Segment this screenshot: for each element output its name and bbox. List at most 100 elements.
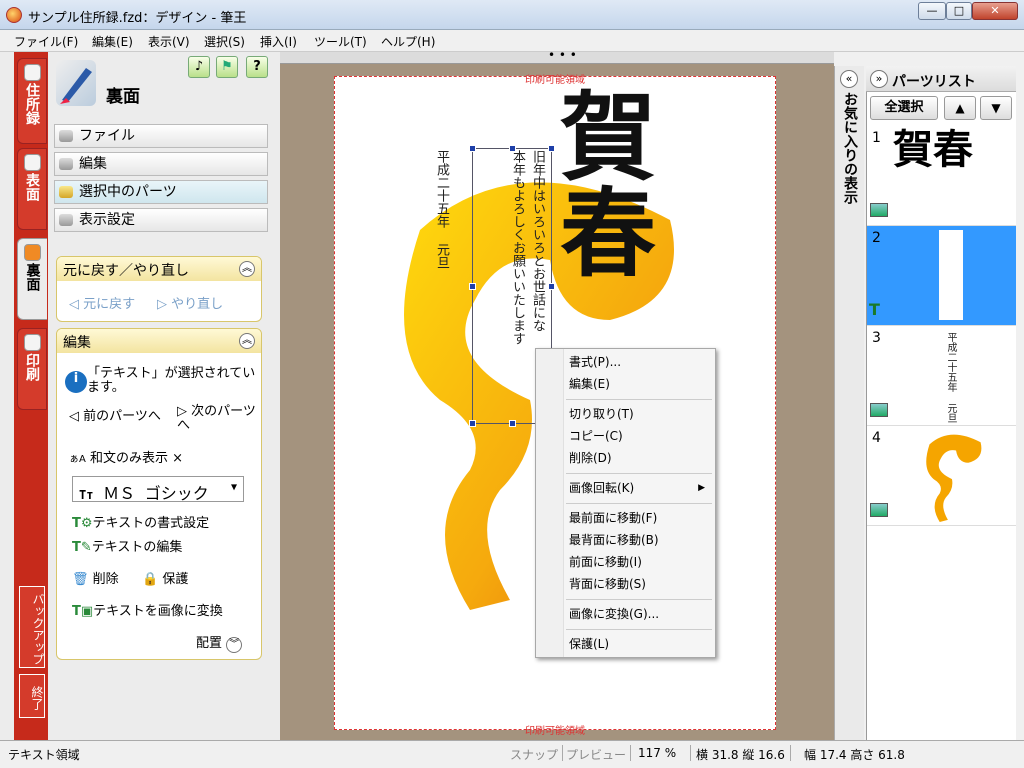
collapse-icon[interactable]: ︽ bbox=[239, 261, 255, 277]
move-up-button[interactable]: ▲ bbox=[944, 96, 976, 120]
menu-select[interactable]: 選択(S) bbox=[204, 33, 245, 50]
close-button[interactable]: ✕ bbox=[972, 2, 1018, 20]
ctx-convert-image[interactable]: 画像に変換(G)... bbox=[536, 603, 715, 625]
wabun-toggle[interactable]: ぁA 和文のみ表示 × bbox=[69, 447, 183, 466]
resize-handle[interactable] bbox=[548, 145, 555, 152]
parts-list-item[interactable]: 1 賀春 bbox=[867, 126, 1017, 226]
kanji-image[interactable]: 賀春 bbox=[560, 90, 750, 282]
selected-parts-icon bbox=[59, 186, 73, 198]
menu-insert[interactable]: 挿入(I) bbox=[260, 33, 297, 50]
brush-thumbnail bbox=[893, 428, 1013, 524]
double-chevron-left-icon[interactable]: « bbox=[840, 70, 858, 88]
font-select[interactable]: Tт ＭＳ ゴシック ▼ bbox=[72, 476, 244, 503]
parts-list-item[interactable]: 4 bbox=[867, 426, 1017, 526]
front-icon bbox=[24, 154, 41, 171]
ctx-backward[interactable]: 背面に移動(S) bbox=[536, 573, 715, 595]
submenu-arrow-icon: ▶ bbox=[698, 483, 705, 493]
preview-toggle[interactable]: プレビュー bbox=[566, 746, 626, 763]
collapse-icon[interactable]: ︽ bbox=[239, 333, 255, 349]
text-format-button[interactable]: T⚙テキストの書式設定 bbox=[72, 512, 209, 531]
next-part-button[interactable]: ▷ 次のパーツへ bbox=[177, 405, 261, 433]
menu-edit[interactable]: 編集(E) bbox=[92, 33, 133, 50]
image-icon bbox=[870, 503, 888, 517]
ctx-edit[interactable]: 編集(E) bbox=[536, 373, 715, 395]
tab-back[interactable]: 裏面 bbox=[17, 238, 47, 320]
nav-file[interactable]: ファイル bbox=[54, 124, 268, 148]
display-icon bbox=[59, 214, 73, 226]
parts-list: 1 賀春 2 T 3 平成二十五年 元旦 4 bbox=[866, 66, 1017, 740]
status-bar: テキスト領域 スナップ プレビュー 117 % 横 31.8 縦 16.6 幅 … bbox=[0, 740, 1024, 768]
ctx-delete[interactable]: 削除(D) bbox=[536, 447, 715, 469]
brush-logo-icon bbox=[56, 60, 96, 106]
ctx-send-back[interactable]: 最背面に移動(B) bbox=[536, 529, 715, 551]
ctx-bring-front[interactable]: 最前面に移動(F) bbox=[536, 507, 715, 529]
app-logo-icon bbox=[6, 7, 22, 23]
nav-selected-parts[interactable]: 選択中のパーツ bbox=[54, 180, 268, 204]
scrollbar[interactable] bbox=[1016, 52, 1024, 740]
ctx-protect[interactable]: 保護(L) bbox=[536, 633, 715, 655]
edit-group-header: 編集 bbox=[57, 329, 261, 353]
double-chevron-right-icon[interactable]: » bbox=[870, 70, 888, 88]
minimize-button[interactable]: — bbox=[918, 2, 946, 20]
context-menu: 書式(P)... 編集(E) 切り取り(T) コピー(C) 削除(D) 画像回転… bbox=[535, 348, 716, 658]
resize-handle[interactable] bbox=[469, 145, 476, 152]
text-edit-button[interactable]: T✎テキストの編集 bbox=[72, 536, 182, 555]
parts-list-title: パーツリスト bbox=[892, 74, 976, 90]
nav-edit[interactable]: 編集 bbox=[54, 152, 268, 176]
beginner-icon[interactable]: ⚑ bbox=[216, 56, 238, 78]
ctx-copy[interactable]: コピー(C) bbox=[536, 425, 715, 447]
trash-icon: 🗑 bbox=[72, 572, 89, 587]
tab-exit[interactable]: 終了 bbox=[19, 674, 45, 718]
menu-file[interactable]: ファイル(F) bbox=[14, 33, 78, 50]
text-edit-icon: T✎ bbox=[72, 540, 92, 555]
help-icon[interactable]: ? bbox=[246, 56, 268, 78]
menu-view[interactable]: 表示(V) bbox=[148, 33, 190, 50]
canvas-splitter[interactable]: • • • bbox=[280, 48, 834, 64]
ctx-format[interactable]: 書式(P)... bbox=[536, 351, 715, 373]
selection-info: 「テキスト」が選択されています。 bbox=[87, 366, 256, 395]
menu-tools[interactable]: ツール(T) bbox=[314, 33, 367, 50]
move-down-button[interactable]: ▼ bbox=[980, 96, 1012, 120]
delete-button[interactable]: 🗑 削除 bbox=[72, 568, 119, 587]
edit-icon bbox=[59, 158, 73, 170]
parts-list-item-selected[interactable]: 2 T bbox=[867, 226, 1017, 326]
parts-list-header: » パーツリスト bbox=[866, 66, 1016, 92]
print-area-top-label: 印刷可能領域 bbox=[525, 75, 585, 86]
redo-button[interactable]: ▷ やり直し bbox=[157, 293, 223, 312]
tab-backup[interactable]: バックアップ bbox=[19, 586, 45, 668]
chevron-down-icon: ▼ bbox=[230, 482, 237, 493]
text-thumbnail bbox=[893, 228, 1013, 324]
sound-icon[interactable]: ♪ bbox=[188, 56, 210, 78]
print-icon bbox=[24, 334, 41, 351]
tab-print[interactable]: 印刷 bbox=[17, 328, 47, 410]
resize-handle[interactable] bbox=[469, 420, 476, 427]
resize-handle[interactable] bbox=[509, 420, 516, 427]
date-text[interactable]: 平成二十五年 元旦 bbox=[434, 150, 449, 269]
resize-handle[interactable] bbox=[509, 145, 516, 152]
tab-address-book[interactable]: 住所録 bbox=[17, 58, 47, 144]
kanji-thumbnail: 賀春 bbox=[893, 128, 1013, 224]
address-book-icon bbox=[24, 64, 41, 81]
ctx-separator bbox=[566, 503, 712, 504]
protect-button[interactable]: 🔒 保護 bbox=[142, 568, 188, 587]
ctx-cut[interactable]: 切り取り(T) bbox=[536, 403, 715, 425]
ctx-rotate[interactable]: 画像回転(K) ▶ bbox=[536, 477, 715, 499]
ctx-forward[interactable]: 前面に移動(I) bbox=[536, 551, 715, 573]
expand-icon: ︾ bbox=[226, 637, 243, 653]
menu-help[interactable]: ヘルプ(H) bbox=[381, 33, 435, 50]
maximize-button[interactable]: □ bbox=[946, 2, 972, 20]
snap-toggle[interactable]: スナップ bbox=[510, 746, 558, 763]
layout-button[interactable]: 配置 ︾ bbox=[196, 632, 243, 653]
select-all-button[interactable]: 全選択 bbox=[870, 96, 938, 120]
file-icon bbox=[59, 130, 73, 142]
image-icon bbox=[870, 203, 888, 217]
prev-part-button[interactable]: ◁ 前のパーツへ bbox=[69, 405, 161, 424]
image-icon bbox=[870, 403, 888, 417]
parts-list-item[interactable]: 3 平成二十五年 元旦 bbox=[867, 326, 1017, 426]
undo-button[interactable]: ◁ 元に戻す bbox=[69, 293, 135, 312]
resize-handle[interactable] bbox=[548, 283, 555, 290]
convert-to-image-button[interactable]: T▣テキストを画像に変換 bbox=[72, 600, 223, 619]
nav-display-settings[interactable]: 表示設定 bbox=[54, 208, 268, 232]
resize-handle[interactable] bbox=[469, 283, 476, 290]
tab-front[interactable]: 表面 bbox=[17, 148, 47, 230]
